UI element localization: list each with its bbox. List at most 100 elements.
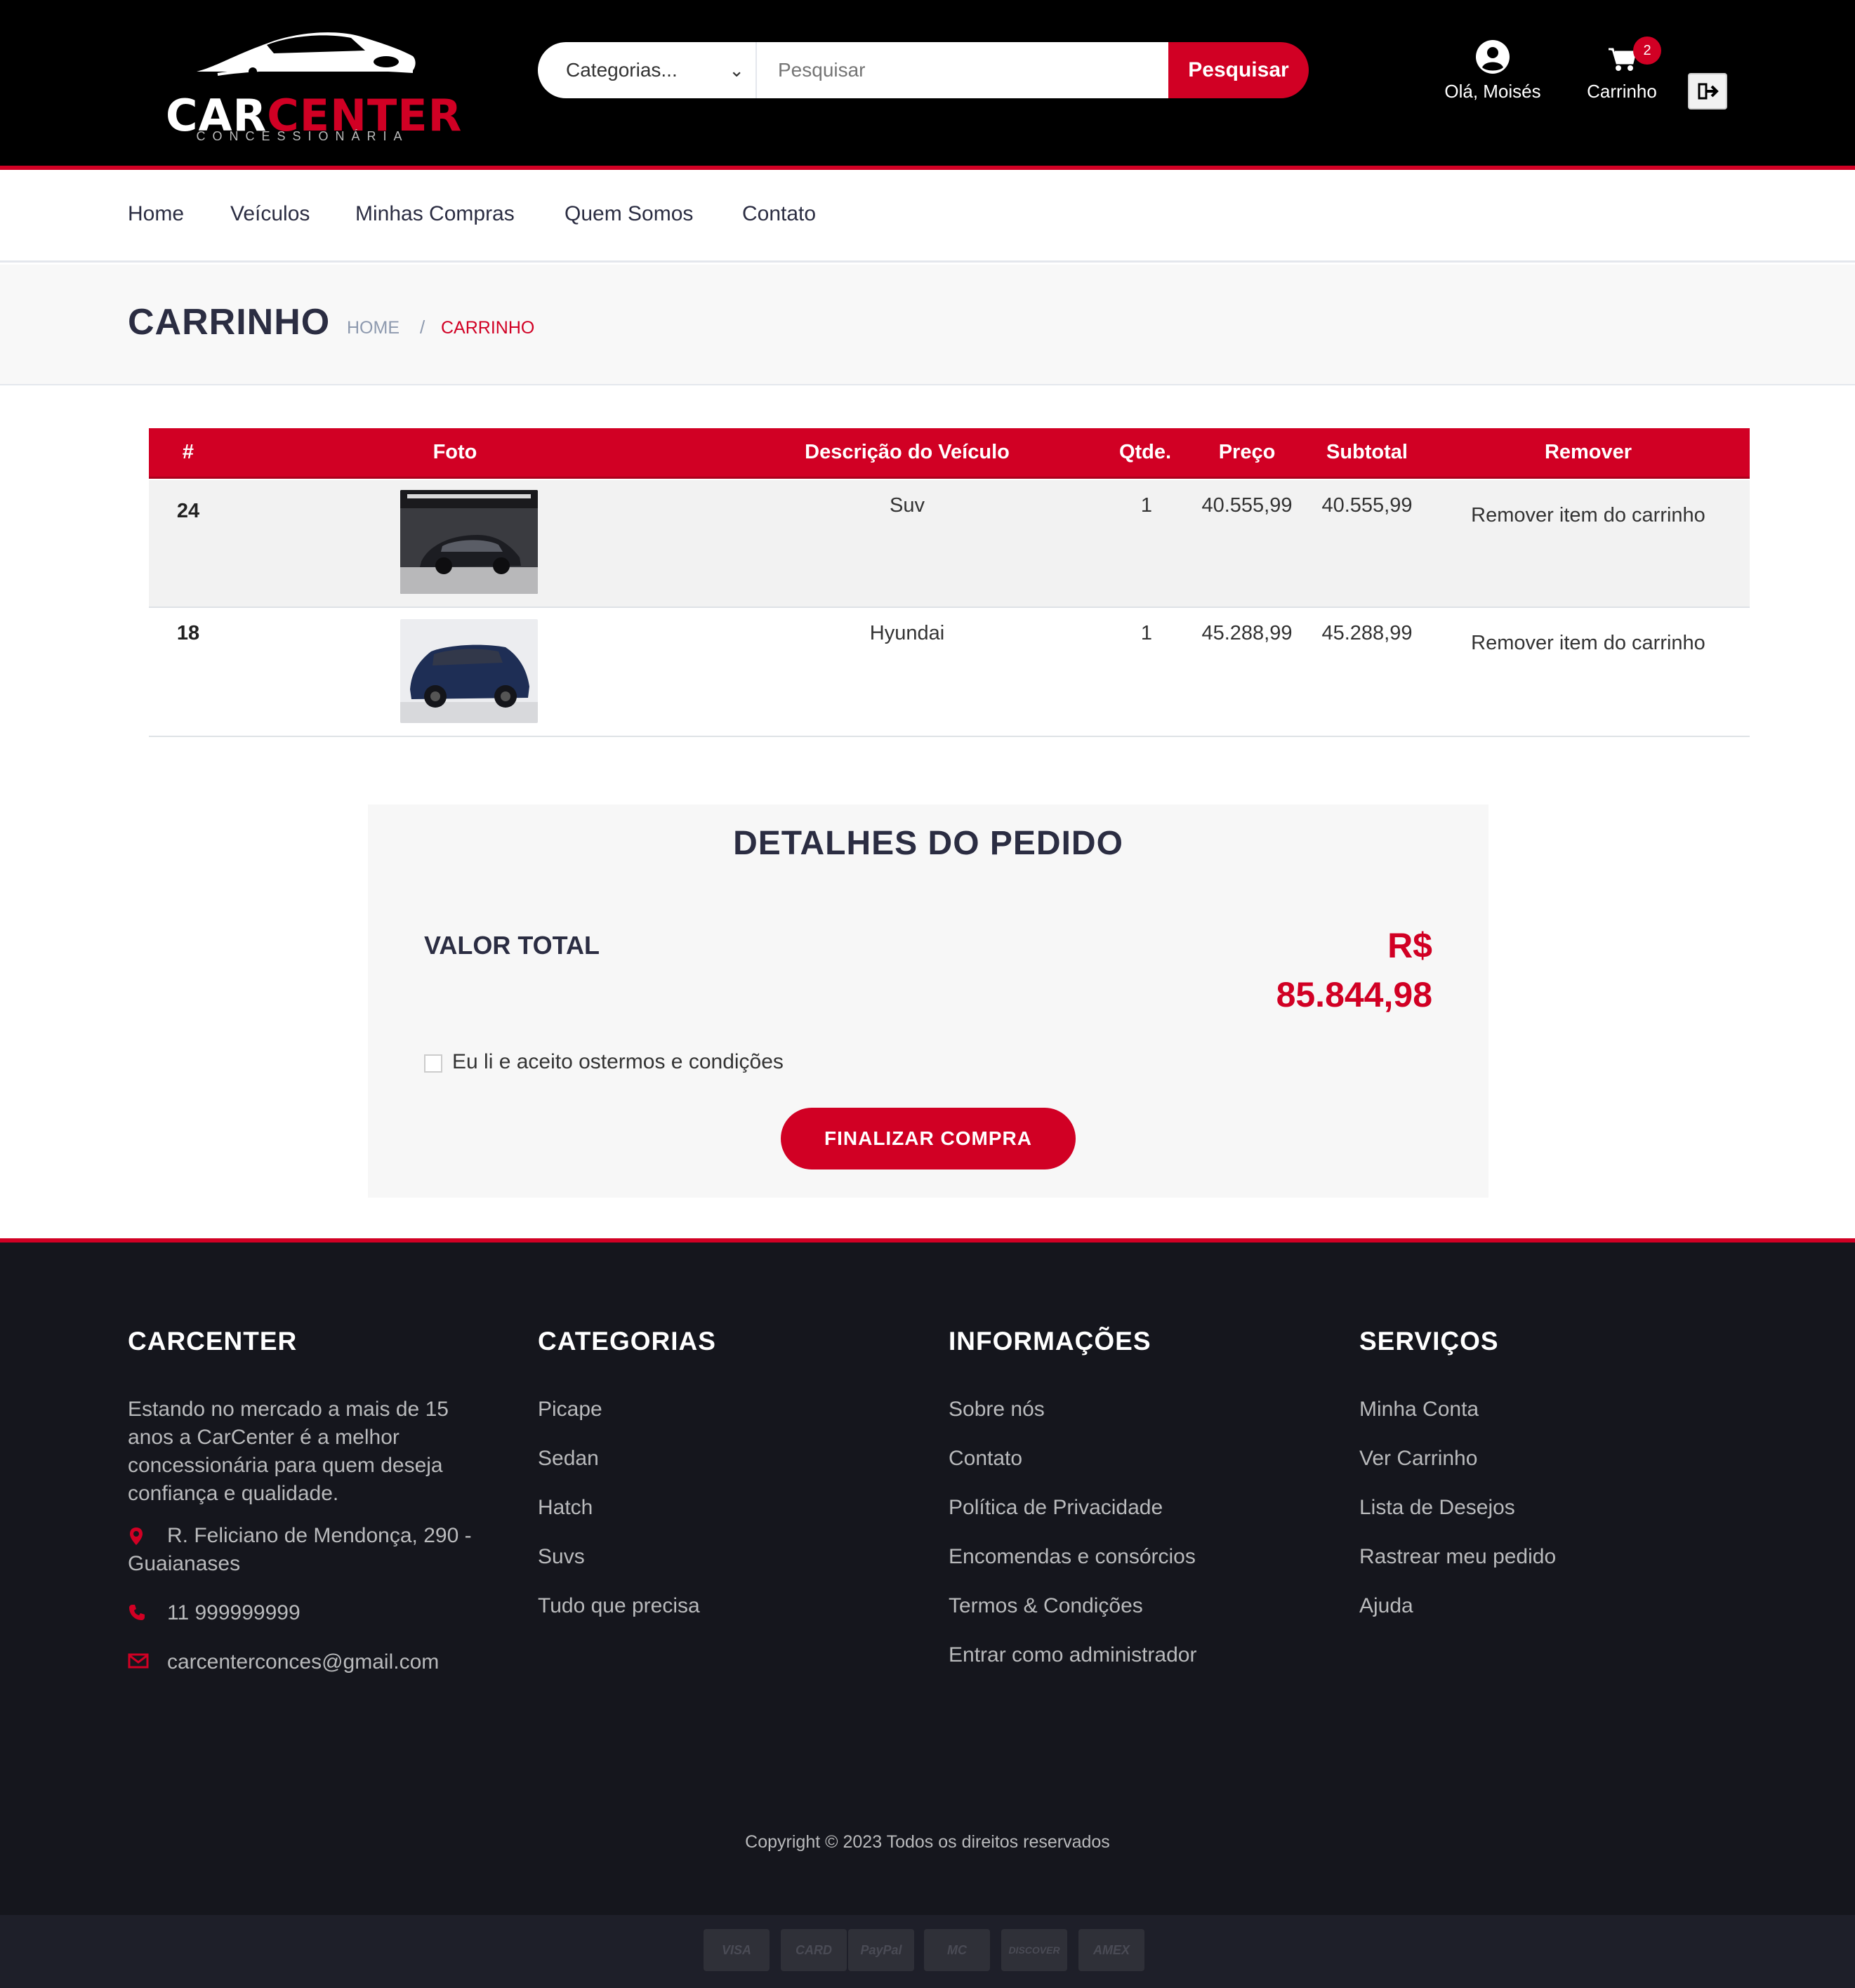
total-currency: R$ [1387,926,1432,965]
footer-address-text: R. Feliciano de Mendonça, 290 - Guaianas… [128,1524,472,1575]
row-id: 18 [176,622,200,644]
footer-col-title: CARCENTER [128,1327,298,1356]
footer-link[interactable]: Hatch [538,1494,931,1543]
cart-count-badge: 2 [1633,37,1661,65]
row-qty: 1 [1140,494,1153,517]
footer: CARCENTER Estando no mercado a mais de 1… [0,1238,1855,1915]
footer-about-text: Estando no mercado a mais de 15 anos a C… [128,1398,449,1505]
footer-phone-text: 11 999999999 [167,1601,301,1624]
total-value: R$ 85.844,98 [1222,921,1432,1019]
footer-col-about: CARCENTER Estando no mercado a mais de 1… [128,1327,521,1697]
row-subtotal: 45.288,99 [1321,622,1413,644]
th-foto: Foto [433,441,477,463]
nav-contato[interactable]: Contato [742,202,816,226]
copyright: Copyright © 2023 Todos os direitos reser… [745,1832,1110,1852]
category-select[interactable]: Categorias... ⌄ [538,42,757,98]
search-input[interactable] [757,42,1004,98]
footer-col-informacoes: INFORMAÇÕES Sobre nós Contato Política d… [949,1327,1342,1690]
footer-link[interactable]: Picape [538,1396,931,1445]
cart-link[interactable]: 2 Carrinho [1573,37,1671,102]
row-price: 45.288,99 [1201,622,1293,644]
nav-quem-somos[interactable]: Quem Somos [565,202,693,226]
phone-icon [129,1605,145,1620]
terms-checkbox[interactable] [424,1054,442,1073]
search-button[interactable]: Pesquisar [1168,42,1309,98]
footer-link[interactable]: Ajuda [1359,1592,1752,1641]
footer-link[interactable]: Tudo que precisa [538,1592,931,1641]
vehicle-photo [400,619,538,723]
nav-home[interactable]: Home [128,202,184,226]
footer-col-servicos: SERVIÇOS Minha Conta Ver Carrinho Lista … [1359,1327,1752,1641]
breadcrumb-current: CARRINHO [441,318,535,338]
footer-link[interactable]: Suvs [538,1543,931,1592]
top-header: CARCENTER CONCESSIONÁRIA Categorias... ⌄… [0,0,1855,170]
main-nav: Home Veículos Minhas Compras Quem Somos … [0,174,1855,263]
order-details: DETALHES DO PEDIDO VALOR TOTAL R$ 85.844… [368,804,1488,1198]
breadcrumb-separator: / [420,317,425,338]
amex-icon: AMEX [1078,1929,1144,1971]
envelope-icon [128,1653,149,1669]
cart-label: Carrinho [1587,81,1657,102]
breadcrumb-home[interactable]: HOME [347,318,400,338]
footer-col-title: CATEGORIAS [538,1327,716,1356]
footer-link[interactable]: Sedan [538,1445,931,1494]
th-descricao: Descrição do Veículo [805,441,1010,463]
footer-col-categorias: CATEGORIAS Picape Sedan Hatch Suvs Tudo … [538,1327,931,1641]
sign-out-icon [1698,83,1719,100]
nav-minhas-compras[interactable]: Minhas Compras [355,202,515,226]
footer-link[interactable]: Termos & Condições [949,1592,1342,1641]
th-preco: Preço [1218,441,1276,463]
footer-link[interactable]: Ver Carrinho [1359,1445,1752,1494]
terms-label: Eu li e aceito ostermos e condições [452,1050,784,1073]
remove-item-link[interactable]: Remover item do carrinho [1455,504,1722,527]
row-id: 24 [176,500,200,522]
footer-link[interactable]: Rastrear meu pedido [1359,1543,1752,1592]
map-marker-icon [130,1528,143,1545]
footer-col-title: SERVIÇOS [1359,1327,1499,1356]
footer-link[interactable]: Encomendas e consórcios [949,1543,1342,1592]
car-logo-icon [197,32,416,76]
total-label: VALOR TOTAL [424,931,600,960]
row-price: 40.555,99 [1201,494,1293,517]
mastercard-icon: MC [924,1929,990,1971]
nav-veiculos[interactable]: Veículos [230,202,310,226]
row-qty: 1 [1140,622,1153,644]
visa-icon: VISA [704,1929,770,1971]
footer-link[interactable]: Entrar como administrador [949,1641,1342,1690]
user-circle-icon [1476,40,1510,74]
total-amount: 85.844,98 [1276,975,1432,1014]
row-subtotal: 40.555,99 [1321,494,1413,517]
logo-tagline: CONCESSIONÁRIA [196,129,409,143]
footer-email[interactable]: carcenterconces@gmail.com [128,1648,493,1676]
chevron-down-icon: ⌄ [729,60,744,81]
table-header: # Foto Descrição do Veículo Qtde. Preço … [149,428,1750,479]
search-bar: Categorias... ⌄ Pesquisar [538,42,1309,98]
footer-link[interactable]: Sobre nós [949,1396,1342,1445]
logout-button[interactable] [1688,73,1727,110]
footer-address: R. Feliciano de Mendonça, 290 - Guaianas… [128,1522,493,1578]
breadcrumb: CARRINHO HOME / CARRINHO [0,265,1855,385]
carcenter-logo[interactable]: CARCENTER CONCESSIONÁRIA [166,22,461,149]
account-link[interactable]: Olá, Moisés [1437,39,1549,102]
footer-phone: 11 999999999 [128,1599,493,1627]
finish-purchase-button[interactable]: FINALIZAR COMPRA [781,1108,1076,1169]
order-title: DETALHES DO PEDIDO [733,825,1123,862]
footer-link[interactable]: Contato [949,1445,1342,1494]
th-id: # [182,441,194,463]
footer-link[interactable]: Minha Conta [1359,1396,1752,1445]
footer-email-text: carcenterconces@gmail.com [167,1650,440,1674]
payment-methods-bar: VISA CARD PayPal MC DISCOVER AMEX [0,1915,1855,1988]
vehicle-photo [400,490,538,594]
table-row: 18 Hyundai 1 45.288,99 45.288,99 Remover… [149,609,1750,737]
search-input-bg [1004,42,1170,98]
row-description: Suv [890,494,925,517]
credit-card-icon: CARD [781,1929,847,1971]
remove-item-link[interactable]: Remover item do carrinho [1455,632,1722,655]
row-description: Hyundai [869,622,945,644]
category-select-label: Categorias... [566,59,678,81]
footer-link[interactable]: Política de Privacidade [949,1494,1342,1543]
th-subtotal: Subtotal [1326,441,1408,463]
th-qtde: Qtde. [1118,441,1172,463]
footer-link[interactable]: Lista de Desejos [1359,1494,1752,1543]
paypal-icon: PayPal [848,1929,914,1971]
